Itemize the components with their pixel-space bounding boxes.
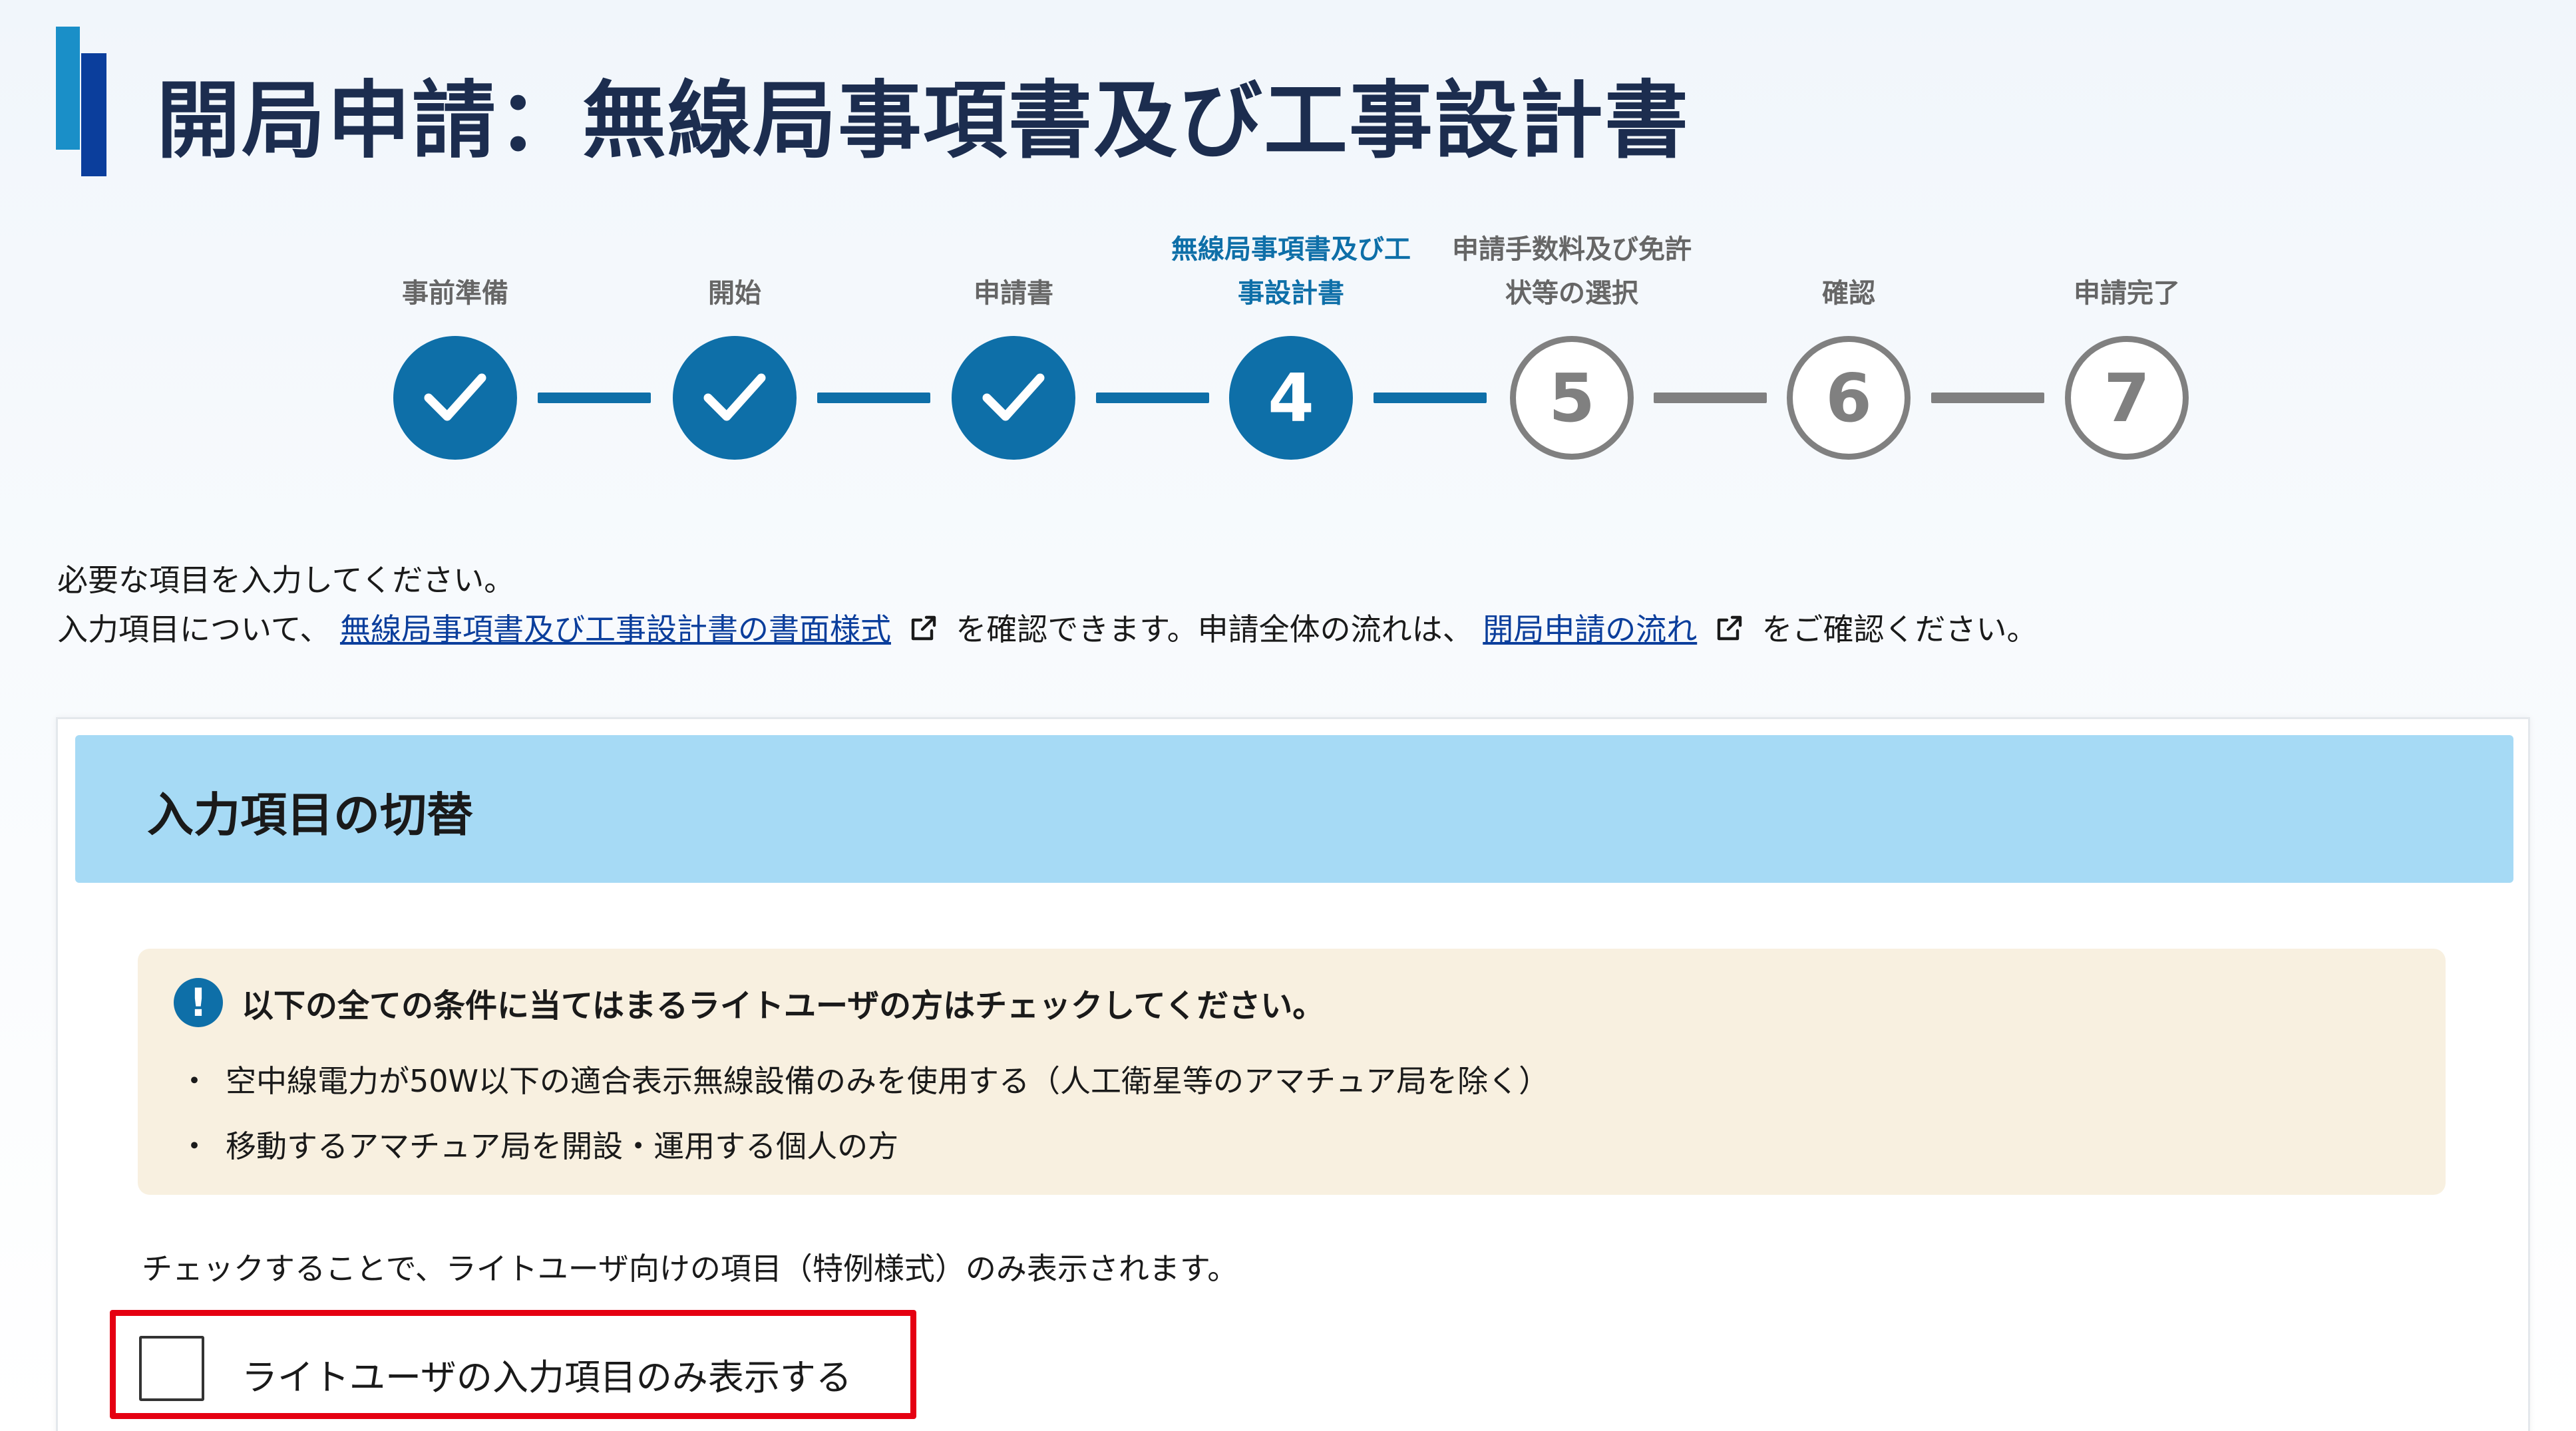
form-format-link[interactable]: 無線局事項書及び工事設計書の書面様式 xyxy=(340,611,891,647)
light-user-checkbox[interactable] xyxy=(139,1336,204,1401)
input-switch-card: 入力項目の切替 ! 以下の全ての条件に当てはまるライトユーザの方はチェックしてく… xyxy=(56,717,2530,1431)
intro-suffix: をご確認ください。 xyxy=(1761,611,2038,647)
intro-prefix: 入力項目について、 xyxy=(57,611,331,647)
exclamation-icon: ! xyxy=(174,978,223,1027)
section-title: 入力項目の切替 xyxy=(147,788,473,842)
checkmark-icon xyxy=(424,373,486,421)
step-6-label: 確認 xyxy=(1822,278,1875,309)
notice-title: ! 以下の全ての条件に当てはまるライトユーザの方はチェックしてください。 xyxy=(174,978,1324,1027)
external-link-icon xyxy=(911,615,936,641)
step-5-number: 5 xyxy=(1549,359,1595,437)
title-accent-mark xyxy=(56,27,106,176)
step-6-pending: 6 xyxy=(1787,336,1911,460)
checkmark-icon xyxy=(982,373,1045,421)
step-4-current: 4 xyxy=(1229,336,1353,460)
section-header: 入力項目の切替 xyxy=(75,735,2513,883)
step-2-completed xyxy=(673,336,797,460)
step-5-pending: 5 xyxy=(1510,336,1634,460)
page-title: 開局申請：無線局事項書及び工事設計書 xyxy=(156,72,1690,170)
intro-text: 必要な項目を入力してください。 入力項目について、 無線局事項書及び工事設計書の… xyxy=(57,556,2037,654)
external-link-icon xyxy=(1717,615,1742,641)
step-4-number: 4 xyxy=(1268,359,1314,437)
light-user-checkbox-label[interactable]: ライトユーザの入力項目のみ表示する xyxy=(242,1348,852,1400)
bullet: ・ xyxy=(179,1128,210,1164)
checkmark-icon xyxy=(703,373,766,421)
notice-title-text: 以下の全ての条件に当てはまるライトユーザの方はチェックしてください。 xyxy=(242,987,1325,1025)
step-connector-3 xyxy=(1096,393,1209,403)
step-connector-4 xyxy=(1374,393,1487,403)
list-item: ・移動するアマチュア局を開設・運用する個人の方 xyxy=(179,1114,1549,1179)
intro-mid: を確認できます。申請全体の流れは、 xyxy=(956,611,1473,647)
step-4-label-line1: 無線局事項書及び工 xyxy=(1171,234,1411,265)
conditions-notice: ! 以下の全ての条件に当てはまるライトユーザの方はチェックしてください。 ・空中… xyxy=(138,949,2446,1195)
intro-line-2: 入力項目について、 無線局事項書及び工事設計書の書面様式 を確認できます。申請全… xyxy=(57,605,2037,654)
step-7-pending: 7 xyxy=(2065,336,2189,460)
helper-text: チェックすることで、ライトユーザ向けの項目（特例様式）のみ表示されます。 xyxy=(142,1251,1238,1287)
intro-line-1: 必要な項目を入力してください。 xyxy=(57,562,515,598)
progress-stepper: 事前準備 開始 申請書 無線局事項書及び工 事設計書 申請手数料及び免許 状等の… xyxy=(0,226,2576,479)
step-1-label: 事前準備 xyxy=(402,278,508,309)
step-2-label: 開始 xyxy=(708,278,761,309)
step-7-label: 申請完了 xyxy=(2074,278,2180,309)
step-connector-1 xyxy=(538,393,651,403)
application-flow-link[interactable]: 開局申請の流れ xyxy=(1483,611,1697,647)
list-item: ・空中線電力が50W以下の適合表示無線設備のみを使用する（人工衛星等のアマチュア… xyxy=(179,1048,1549,1114)
step-1-completed xyxy=(393,336,517,460)
bullet: ・ xyxy=(179,1063,210,1099)
step-4-label-line2: 事設計書 xyxy=(1238,278,1344,309)
step-3-label: 申請書 xyxy=(974,278,1053,309)
step-5-label-line1: 申請手数料及び免許 xyxy=(1452,234,1692,265)
step-7-number: 7 xyxy=(2104,359,2150,437)
step-connector-6 xyxy=(1931,393,2044,403)
page: 開局申請：無線局事項書及び工事設計書 事前準備 開始 申請書 無線局事項書及び工… xyxy=(0,0,2576,1431)
step-connector-5 xyxy=(1654,393,1767,403)
step-5-label-line2: 状等の選択 xyxy=(1505,278,1638,309)
step-3-completed xyxy=(952,336,1075,460)
conditions-list: ・空中線電力が50W以下の適合表示無線設備のみを使用する（人工衛星等のアマチュア… xyxy=(179,1048,1549,1179)
step-connector-2 xyxy=(817,393,930,403)
step-6-number: 6 xyxy=(1825,359,1872,437)
